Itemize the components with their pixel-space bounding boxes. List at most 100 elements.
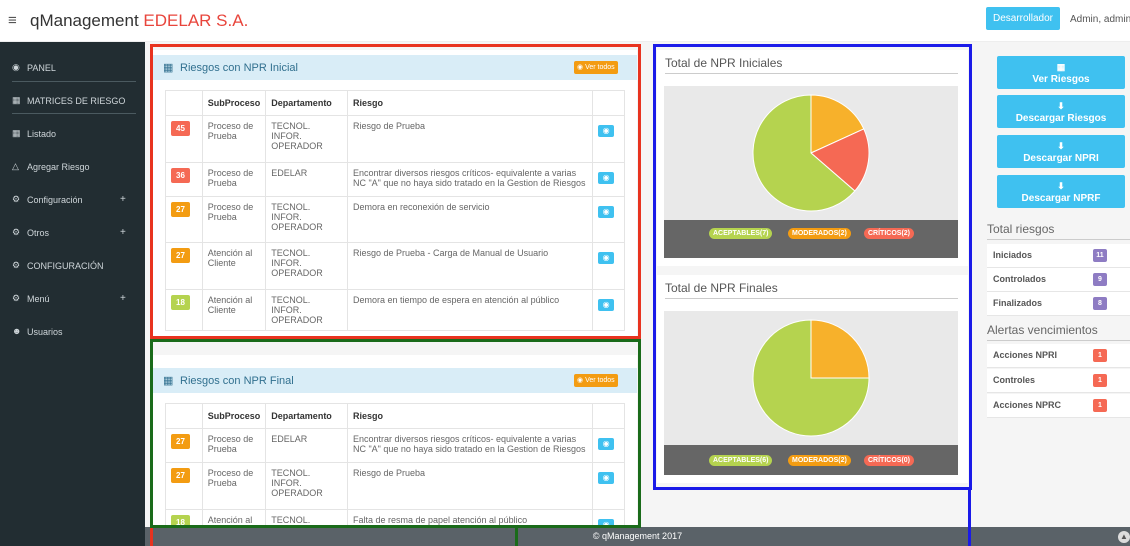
divider (12, 81, 136, 82)
eye-icon[interactable]: ◉ (598, 252, 615, 264)
departamento-cell: EDELAR (265, 162, 348, 197)
alert-row-acciones-npri[interactable]: Acciones NPRI 1 (987, 344, 1130, 368)
subproceso-cell: Atención al Cliente (201, 289, 267, 331)
descargar-riesgos-button[interactable]: ⬇ Descargar Riesgos (997, 95, 1125, 128)
sidebar-item-configuracion[interactable]: ⚙ Configuración + (0, 194, 145, 214)
riesgo-cell: Riesgo de Prueba (346, 115, 594, 163)
npr-final-table: SubProceso Departamento Riesgo 27 Proces… (165, 403, 625, 527)
npr-final-panel: ▦ Riesgos con NPR Final ◉ Ver todos SubP… (153, 355, 637, 527)
departamento-cell: TECNOL. INFOR. OPERADOR (265, 462, 348, 510)
eye-icon[interactable]: ◉ (598, 472, 615, 484)
table-icon: ▦ (163, 62, 174, 74)
descargar-npri-button[interactable]: ⬇ Descargar NPRI (997, 135, 1125, 168)
table-icon: ▦ (1056, 62, 1066, 72)
dashboard-icon: ◉ (12, 62, 20, 72)
subproceso-cell: Proceso de Prueba (201, 162, 267, 197)
npr-inicial-table: SubProceso Departamento Riesgo 45 Proces… (165, 90, 625, 331)
stat-row-finalizados[interactable]: Finalizados 8 (987, 292, 1130, 316)
sidebar: ◉ PANEL ▦ MATRICES DE RIESGO ▦ Listado △… (0, 42, 145, 546)
eye-icon[interactable]: ◉ (598, 299, 615, 311)
divider (987, 340, 1130, 341)
expand-icon: + (120, 227, 126, 238)
hamburger-icon[interactable]: ≡ (8, 12, 17, 29)
departamento-cell: TECNOL. INFOR. OPERADOR (265, 289, 348, 331)
chart-plot-area (664, 311, 958, 445)
alert-row-acciones-nprc[interactable]: Acciones NPRC 1 (987, 394, 1130, 418)
table-row: 27 Proceso de Prueba TECNOL. INFOR. OPER… (165, 462, 625, 510)
eye-icon[interactable]: ◉ (598, 206, 615, 218)
col-actions (592, 403, 625, 429)
eye-icon[interactable]: ◉ (598, 172, 615, 184)
table-row: 45 Proceso de Prueba TECNOL. INFOR. OPER… (165, 115, 625, 163)
table-header-row: SubProceso Departamento Riesgo (165, 403, 625, 429)
sidebar-item-panel[interactable]: ◉ PANEL (0, 62, 145, 82)
count-badge: 8 (1093, 297, 1107, 310)
user-menu[interactable]: Admin, admin ▾ (1070, 14, 1130, 25)
sidebar-item-usuarios[interactable]: ☻ Usuarios (0, 326, 145, 346)
npr-score-badge: 27 (171, 468, 190, 483)
cogs-icon: ⚙ (12, 260, 21, 270)
npr-score-badge: 36 (171, 168, 190, 183)
developer-button[interactable]: Desarrollador (986, 7, 1060, 30)
legend-aceptables: ACEPTABLES(7) (709, 228, 773, 239)
grid-icon: ▦ (12, 95, 21, 105)
npr-inicial-header: ▦ Riesgos con NPR Inicial ◉ Ver todos (153, 55, 637, 80)
col-actions (592, 90, 625, 116)
npr-inicial-title: Riesgos con NPR Inicial (180, 62, 298, 74)
descargar-nprf-button[interactable]: ⬇ Descargar NPRF (997, 175, 1125, 208)
npr-score-badge: 18 (171, 515, 190, 527)
sidebar-item-otros[interactable]: ⚙ Otros + (0, 227, 145, 247)
chart-title: Total de NPR Iniciales (665, 56, 783, 70)
top-bar: ≡ qManagement EDELAR S.A. Desarrollador … (0, 0, 1130, 42)
download-icon: ⬇ (1057, 141, 1065, 151)
sidebar-item-menu[interactable]: ⚙ Menú + (0, 293, 145, 313)
col-score (165, 90, 203, 116)
expand-icon: + (120, 194, 126, 205)
chart-plot-area (664, 86, 958, 220)
add-icon: △ (12, 161, 19, 171)
alert-badge: 1 (1093, 399, 1107, 412)
subproceso-cell: Proceso de Prueba (201, 462, 267, 510)
count-badge: 11 (1093, 249, 1107, 262)
departamento-cell: TECNOL. (265, 509, 348, 527)
subproceso-cell: Atención al Cliente (201, 242, 267, 290)
alert-row-controles[interactable]: Controles 1 (987, 369, 1130, 393)
col-departamento: Departamento (265, 403, 348, 429)
sidebar-item-matrices[interactable]: ▦ MATRICES DE RIESGO (0, 95, 145, 115)
riesgo-cell: Riesgo de Prueba - Carga de Manual de Us… (346, 242, 594, 290)
col-riesgo: Riesgo (346, 90, 594, 116)
table-row: 18 Atención al Cliente TECNOL. INFOR. OP… (165, 289, 625, 331)
departamento-cell: TECNOL. INFOR. OPERADOR (265, 196, 348, 243)
sidebar-item-agregar-riesgo[interactable]: △ Agregar Riesgo (0, 161, 145, 181)
scroll-up-icon[interactable]: ▲ (1118, 531, 1130, 543)
riesgo-cell: Riesgo de Prueba (346, 462, 594, 510)
table-row: 27 Proceso de Prueba EDELAR Encontrar di… (165, 428, 625, 463)
table-row: 36 Proceso de Prueba EDELAR Encontrar di… (165, 162, 625, 197)
eye-icon[interactable]: ◉ (598, 438, 615, 450)
sidebar-item-configuracion-upper[interactable]: ⚙ CONFIGURACIÓN (0, 260, 145, 280)
riesgo-cell: Demora en tiempo de espera en atención a… (346, 289, 594, 331)
sidebar-item-listado[interactable]: ▦ Listado (0, 128, 145, 148)
ver-riesgos-button[interactable]: ▦ Ver Riesgos (997, 56, 1125, 89)
download-icon: ⬇ (1057, 181, 1065, 191)
col-subproceso: SubProceso (201, 90, 267, 116)
legend-criticos: CRÍTICOS(0) (864, 455, 914, 466)
expand-icon: + (120, 293, 126, 304)
npr-score-badge: 18 (171, 295, 190, 310)
departamento-cell: EDELAR (265, 428, 348, 463)
stat-row-controlados[interactable]: Controlados 9 (987, 268, 1130, 292)
npr-finales-chart-panel: Total de NPR Finales ACEPTABLES(6) MODER… (657, 275, 968, 483)
ver-todos-inicial-button[interactable]: ◉ Ver todos (574, 61, 618, 74)
col-riesgo: Riesgo (346, 403, 594, 429)
stat-row-iniciados[interactable]: Iniciados 11 (987, 244, 1130, 268)
eye-icon[interactable]: ◉ (598, 125, 615, 137)
ver-todos-final-button[interactable]: ◉ Ver todos (574, 374, 618, 387)
table-row: 27 Atención al Cliente TECNOL. INFOR. OP… (165, 242, 625, 290)
cogs-icon: ⚙ (12, 293, 21, 303)
departamento-cell: TECNOL. INFOR. OPERADOR (265, 242, 348, 290)
cogs-icon: ⚙ (12, 227, 21, 237)
divider (987, 239, 1130, 240)
brand-title[interactable]: qManagement EDELAR S.A. (30, 11, 248, 31)
eye-icon[interactable]: ◉ (598, 519, 615, 527)
subproceso-cell: Atención al (201, 509, 267, 527)
